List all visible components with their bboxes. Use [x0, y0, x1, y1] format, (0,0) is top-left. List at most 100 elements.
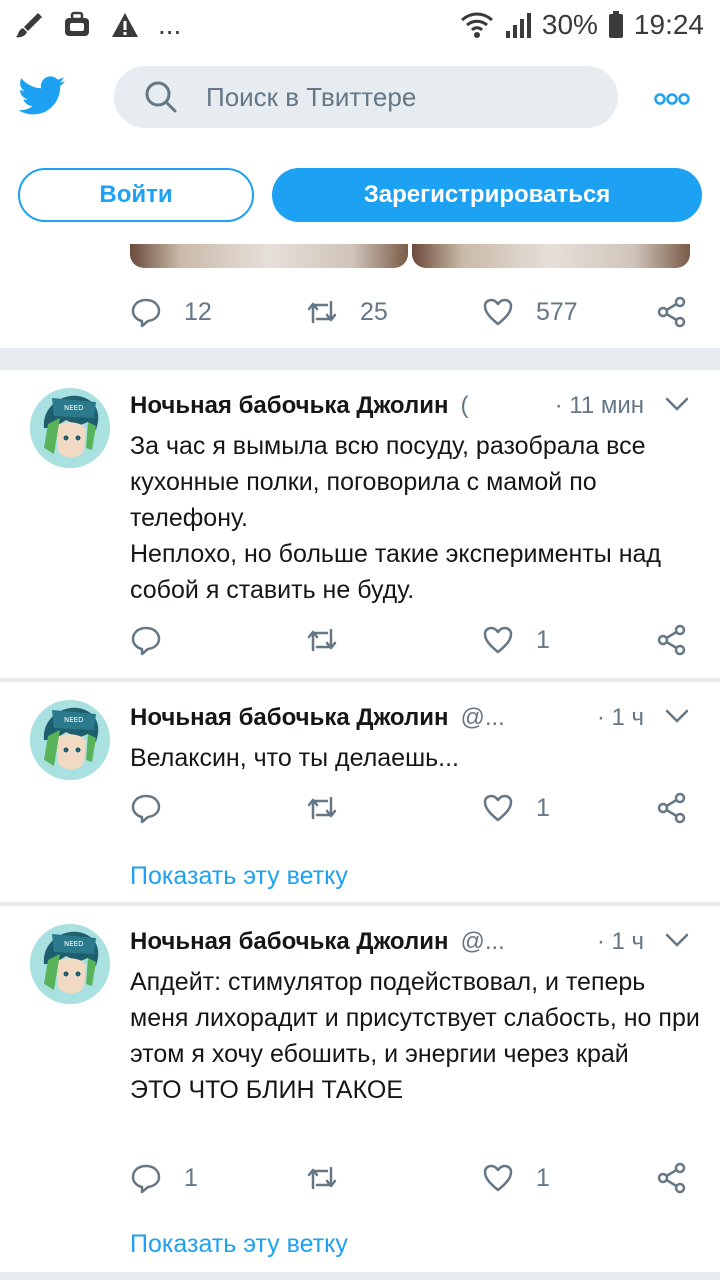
tweet-actions: 1 1: [130, 1162, 690, 1202]
retweet-button[interactable]: [306, 1162, 360, 1194]
like-button[interactable]: 1: [482, 624, 550, 656]
avatar-image: NEED: [30, 924, 110, 1004]
author-handle[interactable]: @...: [460, 928, 504, 956]
retweet-button[interactable]: [306, 624, 360, 656]
retweet-icon: [307, 300, 337, 324]
author-name[interactable]: Ночьная бабочька Джолин: [130, 392, 448, 420]
tweet-card[interactable]: NEED Ночьная бабочька Джолин @... · 1 ч …: [0, 682, 720, 902]
tweet-time[interactable]: · 1 ч: [597, 704, 644, 732]
reply-icon: [131, 626, 161, 656]
share-button[interactable]: [656, 1162, 688, 1194]
retweet-icon: [307, 628, 337, 652]
like-count: 1: [536, 793, 550, 822]
share-icon: [657, 1162, 686, 1194]
tweet-text-line: ЭТО ЧТО БЛИН ТАКОЕ: [130, 1076, 404, 1104]
tweet-actions: 12 25 577: [130, 296, 690, 336]
author-name[interactable]: Ночьная бабочька Джолин: [130, 704, 448, 732]
reply-count: 1: [184, 1163, 198, 1192]
avatar[interactable]: NEED: [30, 924, 110, 1004]
tweet-actions: 1: [130, 624, 690, 664]
share-icon: [657, 296, 686, 328]
more-notifications-icon: ...: [158, 9, 182, 40]
retweet-button[interactable]: [306, 792, 360, 824]
tweet-header: Ночьная бабочька Джолин @... · 1 ч: [130, 926, 690, 958]
tweet-text-line: Велаксин, что ты делаешь...: [130, 744, 460, 772]
briefcase-icon: [65, 11, 89, 36]
show-thread-link[interactable]: Показать эту ветку: [130, 1230, 348, 1259]
heart-icon: [483, 298, 513, 326]
retweet-icon: [307, 1166, 337, 1190]
reply-count: 12: [184, 297, 212, 326]
tweet-text: За час я вымыла всю посуду, разобрала вс…: [130, 428, 700, 608]
tweet-header: Ночьная бабочька Джолин @... · 1 ч: [130, 702, 690, 734]
reply-icon: [131, 298, 161, 328]
reply-button[interactable]: 1: [130, 1162, 198, 1194]
warning-icon: [112, 13, 138, 37]
svg-text:NEED: NEED: [64, 940, 83, 948]
retweet-icon: [307, 796, 337, 820]
search-placeholder: Поиск в Твиттере: [206, 81, 417, 112]
share-icon: [657, 624, 686, 656]
heart-icon: [483, 626, 513, 654]
chevron-down-icon[interactable]: [664, 930, 690, 950]
tweet-text-line: За час я вымыла всю посуду, разобрала вс…: [130, 432, 646, 532]
chevron-down-icon[interactable]: [664, 706, 690, 726]
retweet-count: 25: [360, 297, 388, 326]
battery-icon: [608, 11, 623, 38]
login-button[interactable]: Войти: [18, 168, 254, 222]
wifi-icon: [460, 12, 493, 38]
author-handle[interactable]: @...: [460, 704, 504, 732]
tweet-time[interactable]: · 11 мин: [555, 392, 644, 420]
avatar-image: NEED: [30, 388, 110, 468]
reply-button[interactable]: [130, 624, 184, 656]
show-thread-link[interactable]: Показать эту ветку: [130, 862, 348, 891]
more-options-icon[interactable]: [654, 92, 690, 106]
signup-button[interactable]: Зарегистрироваться: [272, 168, 702, 222]
tweet-header: Ночьная бабочька Джолин ( · 11 мин: [130, 390, 690, 422]
status-bar: ... 30% 19:24: [0, 0, 720, 50]
reply-icon: [131, 1164, 161, 1194]
reply-button[interactable]: [130, 792, 184, 824]
tweet-time[interactable]: · 1 ч: [597, 928, 644, 956]
retweet-button[interactable]: 25: [306, 296, 388, 328]
like-count: 1: [536, 625, 550, 654]
like-count: 1: [536, 1163, 550, 1192]
clock: 19:24: [633, 9, 704, 40]
battery-percent: 30%: [541, 9, 598, 40]
like-button[interactable]: 1: [482, 1162, 550, 1194]
tweet-card[interactable]: 12 25 577: [0, 244, 720, 348]
author-name[interactable]: Ночьная бабочька Джолин: [130, 928, 448, 956]
reply-button[interactable]: 12: [130, 296, 212, 328]
signal-icon: [505, 13, 531, 38]
share-button[interactable]: [656, 792, 688, 824]
tweet-image[interactable]: [412, 244, 690, 268]
tweet-image[interactable]: [130, 244, 408, 268]
svg-text:NEED: NEED: [64, 404, 83, 412]
avatar-image: NEED: [30, 700, 110, 780]
like-count: 577: [536, 297, 578, 326]
share-button[interactable]: [656, 624, 688, 656]
tweet-text-line: Апдейт: стимулятор подействовал, и тепер…: [130, 968, 700, 1068]
share-button[interactable]: [656, 296, 688, 328]
author-handle[interactable]: (: [460, 392, 468, 420]
avatar[interactable]: NEED: [30, 700, 110, 780]
tweet-text: Апдейт: стимулятор подействовал, и тепер…: [130, 964, 700, 1108]
search-bar[interactable]: Поиск в Твиттере: [114, 66, 618, 128]
avatar[interactable]: NEED: [30, 388, 110, 468]
like-button[interactable]: 1: [482, 792, 550, 824]
tweet-card[interactable]: NEED Ночьная бабочька Джолин @... · 1 ч …: [0, 906, 720, 1272]
search-icon: [145, 81, 177, 113]
share-icon: [657, 792, 686, 824]
tweet-text-line: Неплохо, но больше такие эксперименты на…: [130, 540, 662, 604]
heart-icon: [483, 1164, 513, 1192]
svg-text:NEED: NEED: [64, 716, 83, 724]
tweet-card[interactable]: NEED Ночьная бабочька Джолин ( · 11 мин …: [0, 370, 720, 678]
twitter-bird-icon[interactable]: [18, 76, 66, 116]
tweet-actions: 1: [130, 792, 690, 832]
top-header: Поиск в Твиттере Войти Зарегистрироватьс…: [0, 50, 720, 245]
chevron-down-icon[interactable]: [664, 394, 690, 414]
like-button[interactable]: 577: [482, 296, 578, 328]
brush-icon: [16, 13, 42, 38]
heart-icon: [483, 794, 513, 822]
tweet-text: Велаксин, что ты делаешь...: [130, 740, 700, 776]
